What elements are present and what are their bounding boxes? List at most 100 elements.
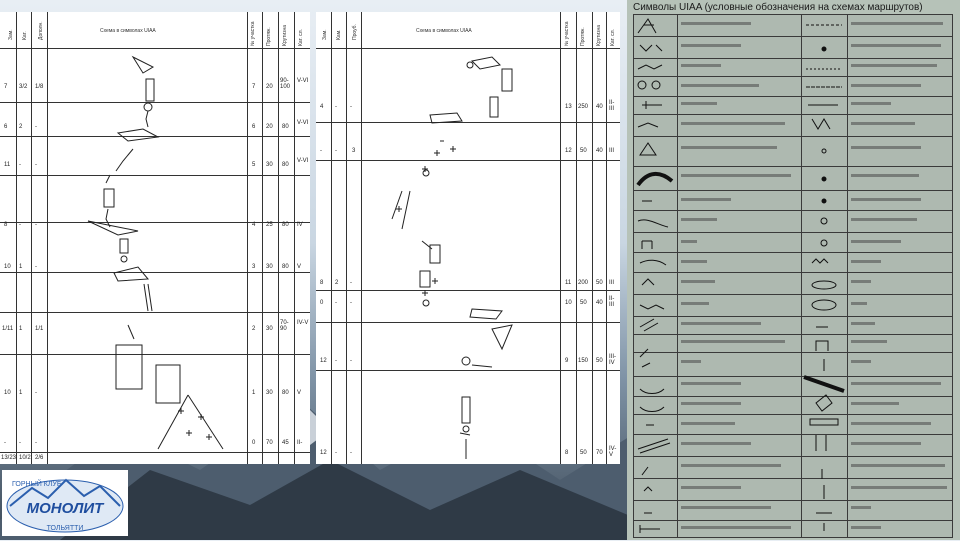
header-deg: Крутизна	[596, 24, 602, 46]
cell: V	[297, 390, 302, 396]
legend-grid	[633, 14, 953, 538]
legend-symbols-col3	[803, 24, 845, 531]
cell: 10	[4, 390, 11, 396]
club-logo: ГОРНЫЙ КЛУБ МОНОЛИТ ТОЛЬЯТТИ	[2, 470, 128, 536]
cell: IV	[297, 222, 303, 228]
cell: 8	[320, 280, 324, 286]
header-num: № участка	[250, 21, 256, 46]
cell: 1	[19, 264, 23, 270]
header-dop: Дополн.	[38, 21, 44, 40]
route-table-left: Зам. Кат. Дополн. Схема в символах UIAA …	[0, 12, 310, 464]
cell: -	[320, 148, 322, 154]
cell: 3/2	[19, 84, 28, 90]
cell: 8	[565, 450, 569, 456]
cell: V-VI	[297, 158, 309, 164]
cell: 50	[596, 280, 603, 286]
total-cell: 13/23	[1, 455, 17, 461]
route-scheme-left	[87, 55, 224, 450]
cell: -	[335, 300, 337, 306]
cell: 80	[282, 162, 289, 168]
cell: 150	[578, 358, 589, 364]
cell: 3	[252, 264, 256, 270]
cell: -	[19, 440, 21, 446]
cell: 80	[282, 222, 289, 228]
cell: 10	[565, 300, 572, 306]
header-len: Протяж.	[266, 27, 272, 46]
cell: 12	[320, 450, 327, 456]
cell: 5	[252, 162, 256, 168]
cell: 45	[282, 440, 289, 446]
header-num: № участка	[564, 21, 570, 46]
cell: -	[350, 300, 352, 306]
cell: 50	[580, 300, 587, 306]
cell: 12	[320, 358, 327, 364]
cell: -	[19, 222, 21, 228]
cell: 200	[578, 280, 589, 286]
cell: 80	[282, 390, 289, 396]
header-zam: Зам.	[322, 29, 328, 40]
header-scheme: Схема в символах UIAA	[100, 28, 156, 34]
cell: V	[297, 264, 302, 270]
cell: 13	[565, 104, 572, 110]
cell: IV-V	[297, 320, 309, 326]
cell: 8	[4, 222, 8, 228]
cell: II-III	[609, 100, 615, 112]
header-scheme: Схема в символах UIAA	[416, 28, 472, 34]
cell: 50	[596, 358, 603, 364]
cell: 2	[19, 124, 23, 130]
cell: 40	[596, 104, 603, 110]
cell: 10	[4, 264, 11, 270]
mountain-logo-icon: ГОРНЫЙ КЛУБ МОНОЛИТ ТОЛЬЯТТИ	[6, 478, 124, 533]
cell: 25	[266, 222, 273, 228]
cell: 30	[266, 264, 273, 270]
cell: -	[350, 280, 352, 286]
cell: -	[35, 222, 37, 228]
logo-top-text: ГОРНЫЙ КЛУБ	[12, 479, 62, 488]
cell: 1/8	[35, 84, 44, 90]
cell: 12	[565, 148, 572, 154]
header-cat: Кат. сл.	[298, 29, 304, 46]
cell: V-VI	[297, 78, 309, 84]
legend-title: Символы UIAA (условные обозначения на сх…	[633, 2, 923, 13]
cell: 4	[320, 104, 324, 110]
cell: 250	[578, 104, 589, 110]
header-len: Протяж.	[580, 27, 586, 46]
cell: 0	[252, 440, 256, 446]
cell: -	[35, 124, 37, 130]
route-table-right: Зам. Кам. Проуб. Схема в символах UIAA №…	[316, 12, 620, 464]
cell: III	[609, 148, 615, 154]
cell: 30	[266, 390, 273, 396]
header-kat: Кат.	[22, 31, 28, 40]
cell: -	[35, 390, 37, 396]
cell: 90-100	[280, 78, 291, 90]
route-scheme-right	[391, 56, 513, 459]
cell: IV-V	[609, 446, 617, 458]
cell: V-VI	[297, 120, 309, 126]
cell: 6	[4, 124, 8, 130]
cell: -	[335, 358, 337, 364]
cell: -	[35, 264, 37, 270]
cell: -	[4, 440, 6, 446]
header-deg: Крутизна	[282, 24, 288, 46]
cell: -	[350, 450, 352, 456]
cell: -	[335, 148, 337, 154]
logo-name: МОНОЛИТ	[27, 500, 106, 517]
cell: 50	[580, 148, 587, 154]
cell: -	[350, 104, 352, 110]
legend-symbols-col1	[636, 18, 674, 533]
cell: 7	[4, 84, 8, 90]
header-zam: Зам.	[8, 29, 14, 40]
cell: -	[335, 104, 337, 110]
cell: 6	[252, 124, 256, 130]
cell: 9	[565, 358, 569, 364]
cell: 1/11	[2, 326, 14, 332]
cell: 7	[252, 84, 256, 90]
cell: 40	[596, 148, 603, 154]
cell: 80	[282, 264, 289, 270]
total-cell: 2/6	[35, 455, 44, 461]
cell: 2	[335, 280, 339, 286]
cell: 70	[266, 440, 273, 446]
cell: 2	[252, 326, 256, 332]
cell: 4	[252, 222, 256, 228]
cell: 70-90	[280, 320, 289, 332]
